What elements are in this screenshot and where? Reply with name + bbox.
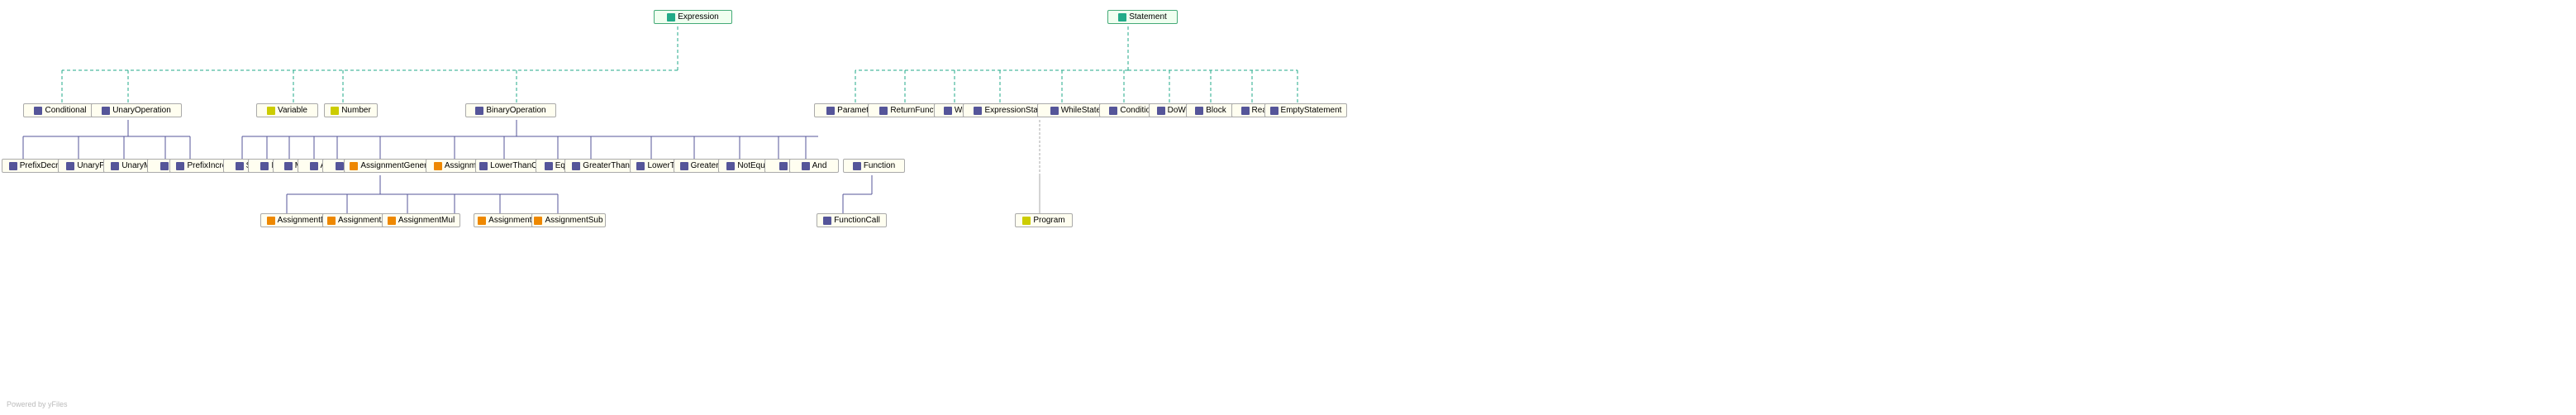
assignmentadd-icon (327, 217, 336, 225)
node-assignmentgeneric[interactable]: AssignmentGeneric (344, 159, 439, 173)
not-icon (160, 162, 169, 170)
unaryoperation-icon (102, 107, 110, 115)
node-assignmentmul[interactable]: AssignmentMul (382, 213, 460, 227)
watermark: Powered by yFiles (7, 400, 68, 408)
functioncall-label: FunctionCall (834, 216, 880, 225)
expression-icon (667, 13, 675, 21)
diagram-canvas: Expression Statement Conditional UnaryOp… (0, 0, 2576, 415)
greaterthan-icon (680, 162, 688, 170)
prefixincrement-icon (176, 162, 184, 170)
write-icon (944, 107, 952, 115)
dowhile-icon (1157, 107, 1165, 115)
node-and[interactable]: And (789, 159, 839, 173)
program-icon (1022, 217, 1031, 225)
function-label: Function (864, 161, 895, 170)
node-unaryoperation[interactable]: UnaryOperation (91, 103, 182, 117)
equal-icon (545, 162, 553, 170)
read-icon (1241, 107, 1250, 115)
prefixdecrement-icon (9, 162, 17, 170)
whilestatement-icon (1050, 107, 1059, 115)
conditional-label: Conditional (45, 106, 86, 115)
mul-icon (260, 162, 269, 170)
assignmentmul-icon (388, 217, 396, 225)
condition-icon (1109, 107, 1117, 115)
node-statement[interactable]: Statement (1107, 10, 1178, 24)
node-variable[interactable]: Variable (256, 103, 318, 117)
connection-lines (0, 0, 2576, 415)
node-block[interactable]: Block (1186, 103, 1236, 117)
assignmentgeneric-icon (350, 162, 358, 170)
div-icon (336, 162, 344, 170)
node-program[interactable]: Program (1015, 213, 1073, 227)
assignmentsub-icon (534, 217, 542, 225)
add-icon (310, 162, 318, 170)
unaryplus-icon (66, 162, 74, 170)
returnfunction-icon (879, 107, 888, 115)
unaryminus-icon (111, 162, 119, 170)
number-label: Number (341, 106, 371, 115)
block-label: Block (1206, 106, 1226, 115)
node-functioncall[interactable]: FunctionCall (817, 213, 887, 227)
assignmentmul-label: AssignmentMul (398, 216, 455, 225)
node-emptystatement[interactable]: EmptyStatement (1264, 103, 1347, 117)
node-function[interactable]: Function (843, 159, 905, 173)
functioncall-icon (823, 217, 831, 225)
statement-label: Statement (1129, 12, 1167, 21)
binaryoperation-icon (475, 107, 483, 115)
expression-label: Expression (678, 12, 718, 21)
node-assignmentsub[interactable]: AssignmentSub (531, 213, 606, 227)
assignmentdiv-icon (267, 217, 275, 225)
variable-label: Variable (278, 106, 307, 115)
node-expression[interactable]: Expression (654, 10, 732, 24)
assignment-icon (434, 162, 442, 170)
unaryoperation-label: UnaryOperation (112, 106, 171, 115)
and-label: And (812, 161, 827, 170)
notequal-icon (726, 162, 735, 170)
node-conditional[interactable]: Conditional (23, 103, 98, 117)
variable-icon (267, 107, 275, 115)
expressionstatement-icon (974, 107, 982, 115)
parameter-icon (826, 107, 835, 115)
lowerthan-icon (636, 162, 645, 170)
emptystatement-label: EmptyStatement (1281, 106, 1342, 115)
program-label: Program (1033, 216, 1064, 225)
or-icon (779, 162, 788, 170)
binaryoperation-label: BinaryOperation (486, 106, 545, 115)
mod-icon (284, 162, 293, 170)
assignmentmod-icon (478, 217, 486, 225)
node-binaryoperation[interactable]: BinaryOperation (465, 103, 556, 117)
node-number[interactable]: Number (324, 103, 378, 117)
and-icon (802, 162, 810, 170)
assignmentgeneric-label: AssignmentGeneric (360, 161, 432, 170)
emptystatement-icon (1270, 107, 1278, 115)
statement-icon (1118, 13, 1126, 21)
lowerthanorequal-icon (479, 162, 488, 170)
greaterthanorequal-icon (572, 162, 580, 170)
conditional-icon (34, 107, 42, 115)
function-icon (853, 162, 861, 170)
sub-icon (236, 162, 244, 170)
assignmentsub-label: AssignmentSub (545, 216, 602, 225)
number-icon (331, 107, 339, 115)
block-icon (1195, 107, 1203, 115)
